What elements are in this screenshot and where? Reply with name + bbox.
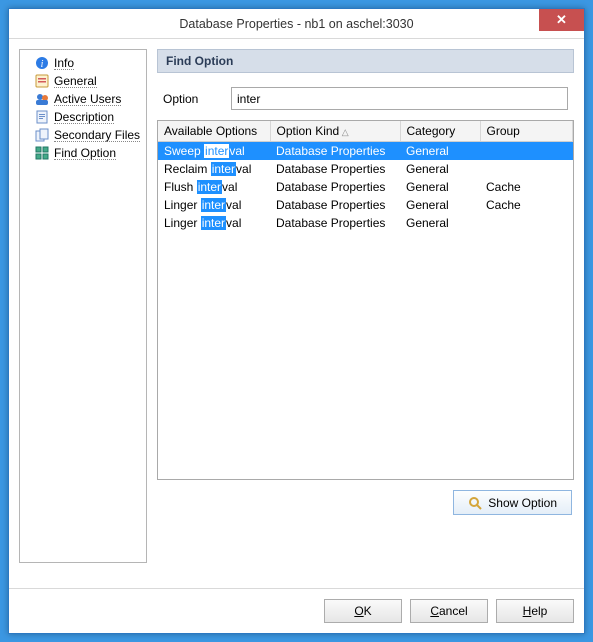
close-button[interactable]: ✕	[539, 9, 584, 31]
sidebar-item-description[interactable]: Description	[22, 108, 144, 126]
sidebar-item-label: Info	[54, 57, 74, 70]
find-icon	[34, 145, 50, 161]
sidebar-item-info[interactable]: i Info	[22, 54, 144, 72]
sidebar-item-secondary-files[interactable]: Secondary Files	[22, 126, 144, 144]
sidebar-item-label: General	[54, 75, 97, 88]
option-input[interactable]	[231, 87, 568, 110]
titlebar: Database Properties - nb1 on aschel:3030…	[9, 9, 584, 39]
show-option-label: Show Option	[488, 496, 557, 510]
option-label: Option	[163, 92, 221, 106]
table-header-row: Available Options Option Kind Category G…	[158, 121, 573, 141]
sidebar-item-general[interactable]: General	[22, 72, 144, 90]
table-row[interactable]: Reclaim interval Database Properties Gen…	[158, 160, 573, 178]
col-option-kind[interactable]: Option Kind	[270, 121, 400, 141]
svg-text:i: i	[41, 59, 44, 70]
dialog-body: i Info General Active Users De	[9, 39, 584, 588]
col-category[interactable]: Category	[400, 121, 480, 141]
options-table: Available Options Option Kind Category G…	[157, 120, 574, 480]
description-icon	[34, 109, 50, 125]
show-option-row: Show Option	[157, 480, 574, 515]
table-row[interactable]: Flush interval Database Properties Gener…	[158, 178, 573, 196]
info-icon: i	[34, 55, 50, 71]
sidebar-item-find-option[interactable]: Find Option	[22, 144, 144, 162]
dialog-window: Database Properties - nb1 on aschel:3030…	[8, 8, 585, 634]
table-row[interactable]: Linger interval Database Properties Gene…	[158, 214, 573, 232]
properties-icon	[34, 73, 50, 89]
help-button[interactable]: Help	[496, 599, 574, 623]
show-option-button[interactable]: Show Option	[453, 490, 572, 515]
sidebar-item-label: Description	[54, 111, 114, 124]
sidebar-item-label: Active Users	[54, 93, 121, 106]
right-pane: Find Option Option Available Options Opt…	[157, 49, 574, 578]
col-group[interactable]: Group	[480, 121, 573, 141]
window-title: Database Properties - nb1 on aschel:3030	[179, 17, 413, 31]
table-row[interactable]: Sweep interval Database Properties Gener…	[158, 141, 573, 160]
files-icon	[34, 127, 50, 143]
sidebar-item-active-users[interactable]: Active Users	[22, 90, 144, 108]
ok-button[interactable]: OK	[324, 599, 402, 623]
panel-header: Find Option	[157, 49, 574, 73]
col-available-options[interactable]: Available Options	[158, 121, 270, 141]
table-row[interactable]: Linger interval Database Properties Gene…	[158, 196, 573, 214]
cancel-button[interactable]: Cancel	[410, 599, 488, 623]
users-icon	[34, 91, 50, 107]
option-row: Option	[157, 73, 574, 120]
sidebar-item-label: Secondary Files	[54, 129, 140, 142]
footer: OK Cancel Help	[9, 588, 584, 633]
sidebar-item-label: Find Option	[54, 147, 116, 160]
close-icon: ✕	[556, 12, 567, 28]
search-icon	[468, 496, 482, 510]
sidebar: i Info General Active Users De	[19, 49, 147, 563]
